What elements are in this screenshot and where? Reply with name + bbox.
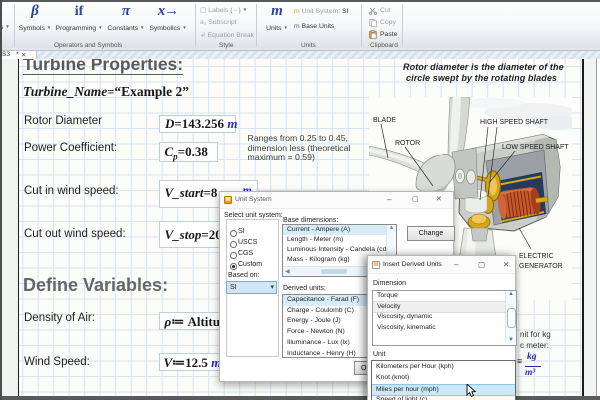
svg-text:ELECTRIC: ELECTRIC	[519, 253, 554, 260]
svg-text:LOW SPEED SHAFT: LOW SPEED SHAFT	[502, 144, 569, 151]
svg-text:ROTOR: ROTOR	[395, 140, 420, 147]
svg-text:BLADE: BLADE	[373, 117, 396, 124]
svg-text:HIGH SPEED SHAFT: HIGH SPEED SHAFT	[480, 119, 549, 126]
svg-text:GENERATOR: GENERATOR	[519, 263, 563, 270]
